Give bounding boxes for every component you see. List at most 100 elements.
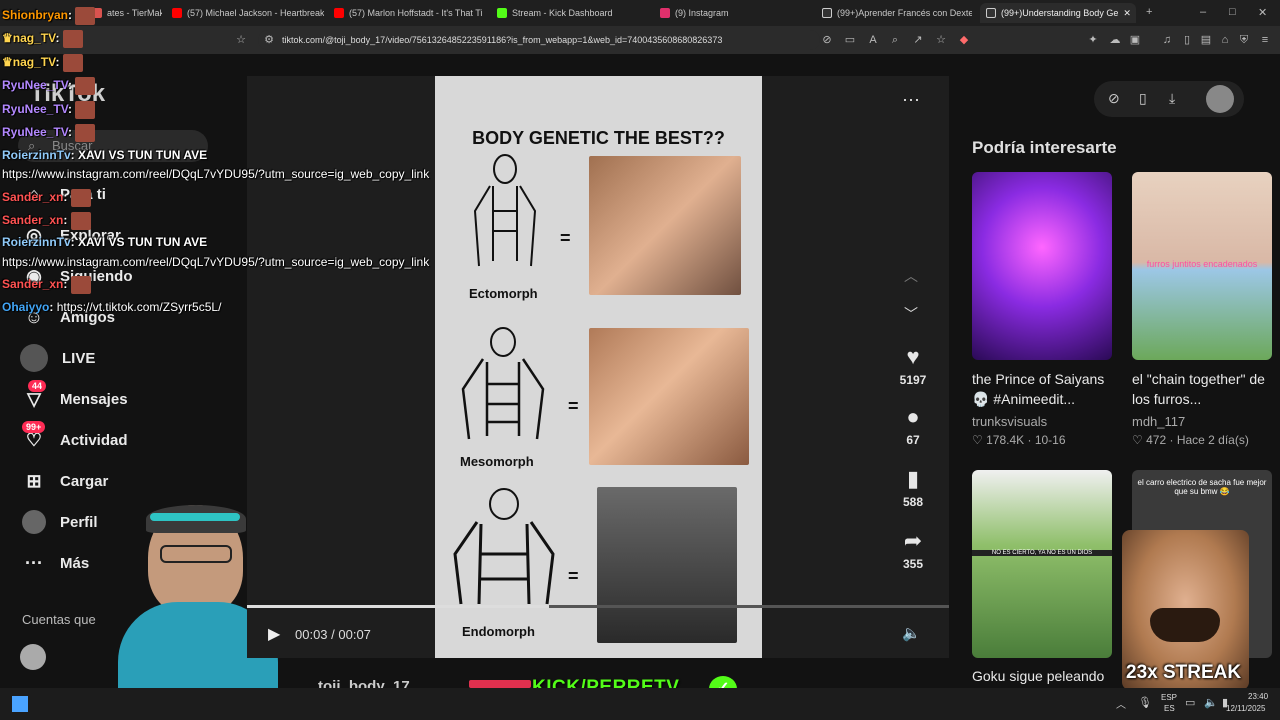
equals-sign: = xyxy=(568,396,579,416)
nav-actividad[interactable]: ♡ 99+ Actividad xyxy=(22,421,128,453)
endomorph-figure xyxy=(453,488,555,605)
rec-card-2-title[interactable]: el "chain together" de los furros... xyxy=(1132,369,1277,409)
nav-perfil[interactable]: Perfil xyxy=(22,509,98,535)
tab-5[interactable]: (99+)Aprender Francés con Dexter xyxy=(822,3,972,23)
translate-icon[interactable]: A xyxy=(866,33,880,47)
ectomorph-photo xyxy=(589,156,741,295)
chat-emote xyxy=(62,30,83,48)
rec-card-3-title[interactable]: Goku sigue peleando xyxy=(972,666,1117,686)
user-avatar[interactable] xyxy=(1206,85,1234,113)
close-window-button[interactable]: ✕ xyxy=(1258,6,1267,19)
activity-badge: 99+ xyxy=(22,421,46,433)
language-indicator[interactable]: ESP xyxy=(1161,693,1177,702)
chat-link[interactable]: https://vt.tiktok.com/ZSyrr5c5L/ xyxy=(57,300,222,314)
chat-username: RyuNee_TV xyxy=(2,102,69,117)
maximize-button[interactable]: □ xyxy=(1229,6,1236,18)
chat-emote xyxy=(75,124,96,142)
rec-card-1-title[interactable]: the Prince of Saiyans 💀 #Animeedit... xyxy=(972,369,1117,409)
endomorph-label: Endomorph xyxy=(462,624,535,639)
url-input[interactable]: tiktok.com/@toji_body_17/video/756132648… xyxy=(258,30,820,50)
tab-2[interactable]: (57) Marlon Hoffstadt - It's That Tim xyxy=(334,3,482,23)
tiktok-icon xyxy=(822,8,832,18)
video-progress-fill xyxy=(247,605,549,608)
menu-icon[interactable]: ≡ xyxy=(1258,33,1272,47)
nav-live[interactable]: LIVE xyxy=(20,344,95,372)
rec-card-1-thumb[interactable] xyxy=(972,172,1112,360)
tab-6-active[interactable]: (99+)Understanding Body Ge ✕ xyxy=(980,3,1136,23)
comment-action[interactable]: ● 67 xyxy=(898,404,928,447)
rec-card-4-overlay: el carro electrico de sacha fue mejor qu… xyxy=(1137,478,1267,496)
sidebar-icon[interactable]: ▯ xyxy=(1180,33,1194,47)
save-action[interactable]: ▮ 588 xyxy=(898,466,928,509)
share-icon[interactable]: ↗ xyxy=(911,33,925,47)
chevron-up-icon[interactable]: ︿ xyxy=(904,266,918,286)
compass-icon[interactable]: ⊘ xyxy=(1108,90,1120,107)
taskbar-date: 12/11/2025 xyxy=(1226,704,1266,713)
close-tab-icon[interactable]: ✕ xyxy=(1123,8,1131,19)
chat-username: RoierzinnTv xyxy=(2,235,71,249)
nav-cargar[interactable]: ⊞ Cargar xyxy=(22,468,108,494)
screenshot-icon[interactable]: ▣ xyxy=(1128,33,1142,47)
network-icon[interactable]: ▭ xyxy=(1185,696,1195,709)
taskbar-time[interactable]: 23:40 xyxy=(1248,692,1268,701)
windows-start-icon[interactable] xyxy=(12,696,28,712)
vpn-icon[interactable]: ⌂ xyxy=(1218,33,1232,47)
cloud-icon[interactable]: ☁ xyxy=(1108,33,1122,47)
nav-mas[interactable]: ··· Más xyxy=(22,550,89,576)
extensions-icon[interactable]: ✦ xyxy=(1086,33,1100,47)
microphone-icon[interactable]: 🎙 xyxy=(1138,696,1152,709)
tab-1[interactable]: (57) Michael Jackson - Heartbreak H xyxy=(172,3,324,23)
crown-icon: ♛ xyxy=(2,31,13,46)
equals-sign: = xyxy=(560,228,571,248)
tab-0[interactable]: ates - TierMak xyxy=(92,3,162,23)
chat-link[interactable]: https://www.instagram.com/reel/DQqL7vYDU… xyxy=(2,167,429,181)
chevron-down-icon[interactable]: ﹀ xyxy=(904,304,918,324)
chat-emote xyxy=(70,276,91,294)
play-icon[interactable]: ▶ xyxy=(268,624,280,644)
tray-chevron-icon[interactable]: ︿ xyxy=(1116,696,1126,711)
tab-4[interactable]: (9) Instagram xyxy=(660,3,810,23)
cast-icon[interactable]: ▭ xyxy=(843,33,857,47)
star-icon[interactable]: ☆ xyxy=(934,33,948,47)
share-action[interactable]: ➦ 355 xyxy=(898,528,928,571)
rec-card-3-thumb[interactable]: NO ES CIERTO, YA NO ES UN DIOS xyxy=(972,470,1112,658)
zoom-icon[interactable]: ⌕ xyxy=(888,33,902,47)
like-action[interactable]: ♥ 5197 xyxy=(898,344,928,387)
music-icon[interactable]: ♫ xyxy=(1160,33,1174,47)
chat-username: RyuNee_TV xyxy=(2,125,69,140)
rec-card-2-author[interactable]: mdh_117 xyxy=(1132,414,1185,429)
rec-card-2-thumb[interactable]: furros juntitos encadenados xyxy=(1132,172,1272,360)
site-info-icon[interactable]: ⚙ xyxy=(262,33,276,47)
tab-3[interactable]: Stream - Kick Dashboard xyxy=(497,3,647,23)
chat-line: ♛nag_TV: xyxy=(2,54,83,72)
no-tracking-icon[interactable]: ⊘ xyxy=(820,33,834,47)
heart-icon: ♥ xyxy=(906,344,920,369)
video-progress-bar[interactable] xyxy=(247,605,949,608)
device-icon[interactable]: ▯ xyxy=(1139,90,1147,107)
download-icon[interactable]: ⤓ xyxy=(1169,90,1175,107)
chat-link[interactable]: https://www.instagram.com/reel/DQqL7vYDU… xyxy=(2,255,429,269)
volume-icon[interactable]: 🔈 xyxy=(902,624,921,642)
nav-mensajes[interactable]: ▽ 44 Mensajes xyxy=(22,380,128,412)
follow-button[interactable] xyxy=(469,680,531,688)
rec-card-1-author[interactable]: trunksvisuals xyxy=(972,414,1047,429)
youtube-icon xyxy=(334,8,344,18)
avatar[interactable] xyxy=(20,644,46,670)
new-tab-button[interactable]: + xyxy=(1146,6,1152,18)
wallet-icon[interactable]: ▤ xyxy=(1199,33,1213,47)
share-count: 355 xyxy=(902,557,924,571)
chat-line: Ohaiyyo: https://vt.tiktok.com/ZSyrr5c5L… xyxy=(2,300,222,314)
browser-tab-bar: ates - TierMak (57) Michael Jackson - He… xyxy=(0,0,1280,26)
chat-line: RoierzinnTv: XAVI VS TUN TUN AVE xyxy=(2,148,208,162)
chat-line: Sander_xn: xyxy=(2,212,91,230)
extension-icon[interactable]: ◆ xyxy=(957,33,971,47)
recommendations-header: Podría interesarte xyxy=(972,138,1117,157)
shield-icon[interactable]: ⛨ xyxy=(1237,33,1251,47)
bookmark-icon[interactable]: ☆ xyxy=(234,33,248,47)
like-count: 5197 xyxy=(899,373,927,387)
volume-icon[interactable]: 🔈 xyxy=(1204,696,1218,709)
more-options-icon[interactable]: ⋯ xyxy=(902,90,920,111)
crown-icon: ♛ xyxy=(2,55,13,70)
video-frame[interactable]: BODY GENETIC THE BEST?? = Ectomorph = Me… xyxy=(435,76,762,658)
minimize-button[interactable]: – xyxy=(1200,6,1206,18)
